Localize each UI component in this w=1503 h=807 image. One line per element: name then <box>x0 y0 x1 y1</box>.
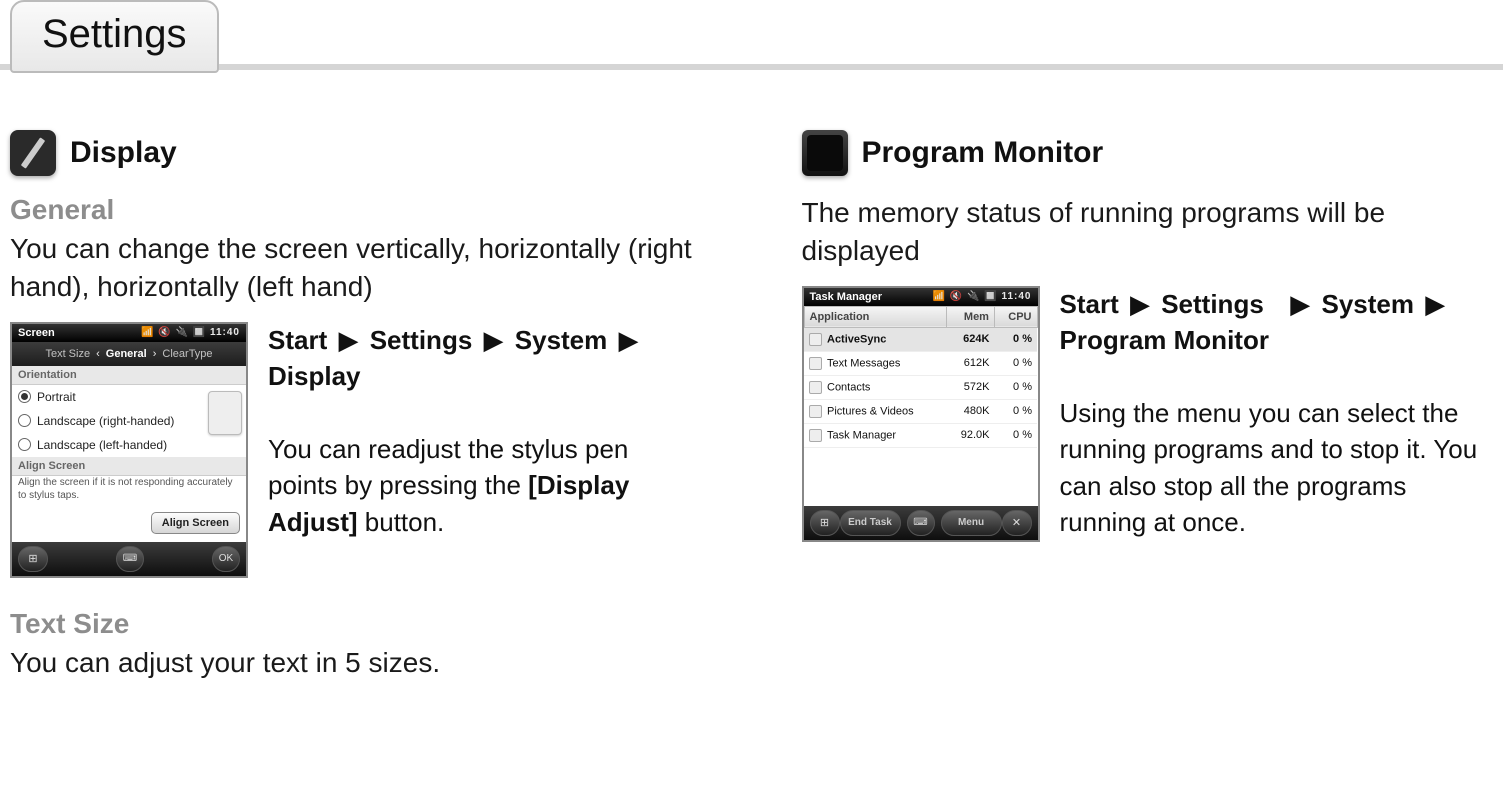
orientation-thumb <box>208 391 242 435</box>
table-row: Task Manager92.0K0 % <box>804 423 1037 447</box>
table-row: Contacts572K0 % <box>804 375 1037 399</box>
mini-tabs: Text Size ‹ General › ClearType <box>12 342 246 366</box>
radio-icon <box>18 438 31 451</box>
keyboard-icon: ⌨ <box>116 546 144 572</box>
align-note: Align the screen if it is not responding… <box>12 476 246 508</box>
mini2-title: Task Manager <box>810 291 883 303</box>
display-detail-text: Start ▶ Settings ▶ System ▶ Display You … <box>268 322 702 578</box>
display-title: Display <box>70 136 177 170</box>
table-row: Pictures & Videos480K0 % <box>804 399 1037 423</box>
keyboard-icon: ⌨ <box>907 510 935 536</box>
monitor-title: Program Monitor <box>862 136 1104 170</box>
mini-tab-left: Text Size <box>45 348 90 360</box>
app-icon <box>809 333 822 346</box>
endtask-button: End Task <box>840 510 901 536</box>
align-screen-button: Align Screen <box>151 512 240 534</box>
ok-button: OK <box>212 546 240 572</box>
align-group: Align Screen <box>12 457 246 476</box>
col-app: Application <box>804 306 946 327</box>
app-icon <box>809 405 822 418</box>
monitor-detail-text: Start ▶ Settings ▶ System ▶ Program Moni… <box>1060 286 1494 542</box>
textsize-subhead: Text Size <box>10 608 702 640</box>
chevron-right-icon: › <box>153 348 157 360</box>
col-cpu: CPU <box>994 306 1037 327</box>
radio-icon <box>18 414 31 427</box>
mini-tab-right: ClearType <box>162 348 212 360</box>
monitor-section: Program Monitor The memory status of run… <box>802 130 1494 697</box>
mini-status: 📶 🔇 🔌 🔲 11:40 <box>141 327 240 338</box>
radio-icon <box>18 390 31 403</box>
radio-portrait: Portrait <box>12 385 208 409</box>
monitor-screenshot: Task Manager 📶 🔇 🔌 🔲 11:40 Application M… <box>802 286 1040 542</box>
app-icon <box>809 381 822 394</box>
menu-button: Menu <box>941 510 1002 536</box>
radio-landscape-right: Landscape (right-handed) <box>12 409 208 433</box>
mini2-status: 📶 🔇 🔌 🔲 11:40 <box>933 291 1032 302</box>
mini-tab-center: General <box>106 348 147 360</box>
app-icon <box>809 357 822 370</box>
chevron-left-icon: ‹ <box>96 348 100 360</box>
start-icon: ⊞ <box>810 510 840 536</box>
header-tab: Settings <box>10 0 219 73</box>
display-section: Display General You can change the scree… <box>10 130 702 697</box>
general-desc: You can change the screen vertically, ho… <box>10 230 702 306</box>
close-icon: ✕ <box>1002 510 1032 536</box>
orientation-group: Orientation <box>12 366 246 385</box>
monitor-icon <box>802 130 848 176</box>
display-icon <box>10 130 56 176</box>
task-table: Application Mem CPU ActiveSync624K0 %Tex… <box>804 306 1038 448</box>
table-row: ActiveSync624K0 % <box>804 327 1037 351</box>
textsize-desc: You can adjust your text in 5 sizes. <box>10 644 702 682</box>
mini-title: Screen <box>18 327 55 339</box>
table-row: Text Messages612K0 % <box>804 351 1037 375</box>
monitor-intro: The memory status of running programs wi… <box>802 194 1494 270</box>
display-screenshot: Screen 📶 🔇 🔌 🔲 11:40 Text Size ‹ General… <box>10 322 248 578</box>
page-header: Settings <box>0 0 1503 70</box>
col-mem: Mem <box>946 306 994 327</box>
start-icon: ⊞ <box>18 546 48 572</box>
general-subhead: General <box>10 194 702 226</box>
mini-bottombar: ⊞ ⌨ OK <box>12 542 246 576</box>
mini2-bottombar: ⊞ End Task ⌨ Menu ✕ <box>804 506 1038 540</box>
radio-landscape-left: Landscape (left-handed) <box>12 433 208 457</box>
app-icon <box>809 429 822 442</box>
